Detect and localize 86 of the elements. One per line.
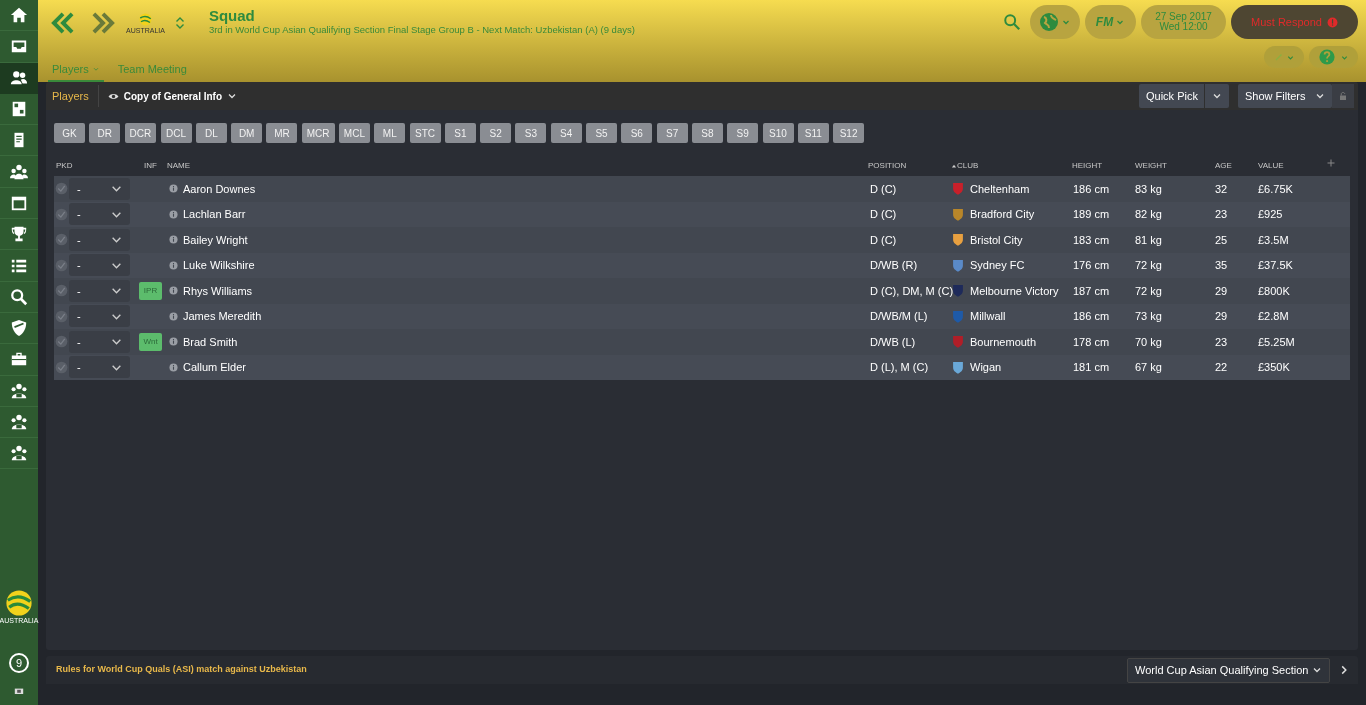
pick-dropdown[interactable]: - — [69, 177, 130, 200]
club-name[interactable]: Bournemouth — [970, 333, 1037, 350]
weight-text: 70 kg — [1134, 334, 1163, 350]
age-text: 22 — [1214, 360, 1229, 375]
rules-link[interactable]: Rules for World Cup Quals (ASI) match against Uzbekistan — [56, 663, 307, 677]
position-text: D (C) — [869, 181, 898, 197]
column-header[interactable]: INF — [144, 160, 157, 172]
weight-text: 72 kg — [1134, 258, 1163, 273]
height-text: 189 cm — [1072, 207, 1111, 222]
pick-dropdown[interactable]: - — [69, 279, 130, 302]
weight-text: 83 kg — [1134, 181, 1163, 197]
age-text: 25 — [1214, 232, 1229, 248]
age-text: 35 — [1214, 258, 1229, 273]
player-name[interactable]: Brad Smith — [183, 333, 238, 350]
column-header[interactable]: AGE — [1215, 160, 1232, 172]
page-subtitle: 3rd in World Cup Asian Qualifying Section Final Stage Group B - Next Match: Uzbekistan (A) (9 days) — [208, 24, 635, 35]
value-text: £37.5K — [1257, 258, 1294, 273]
value-text: £2.8M — [1257, 309, 1290, 324]
position-text: D (C) — [869, 207, 898, 222]
age-text: 29 — [1214, 283, 1229, 299]
value-text: £6.75K — [1257, 181, 1294, 197]
value-text: £925 — [1257, 207, 1284, 222]
view-dropdown[interactable]: Copy of General Info — [101, 88, 244, 104]
player-name[interactable]: Luke Wilkshire — [183, 257, 255, 274]
weight-text: 81 kg — [1134, 232, 1163, 248]
club-name[interactable]: Melbourne Victory — [970, 282, 1059, 299]
column-header[interactable]: NAME — [167, 160, 191, 172]
age-text: 32 — [1214, 181, 1229, 197]
date-text: 27 Sep 2017 — [1155, 12, 1212, 22]
pick-dropdown[interactable]: - — [69, 254, 130, 277]
position-text: D/WB/M (L) — [869, 309, 929, 324]
quick-pick-button[interactable]: Quick Pick — [1139, 84, 1204, 108]
age-text: 23 — [1214, 207, 1229, 222]
panel-title: Players — [51, 88, 90, 104]
height-text: 176 cm — [1072, 258, 1111, 273]
club-name[interactable]: Sydney FC — [970, 257, 1025, 274]
height-text: 186 cm — [1072, 181, 1111, 197]
club-name[interactable]: Millwall — [970, 308, 1006, 325]
player-name[interactable]: Callum Elder — [183, 359, 246, 376]
weight-text: 73 kg — [1134, 309, 1163, 324]
height-text: 186 cm — [1072, 309, 1111, 324]
value-text: £5.25M — [1257, 334, 1296, 350]
column-header[interactable]: CLUB — [957, 160, 979, 172]
position-text: D (C) — [869, 232, 898, 248]
club-name[interactable]: Wigan — [970, 359, 1002, 376]
inf-badge: Wnt — [139, 332, 162, 351]
column-header[interactable]: POSITION — [868, 160, 907, 172]
club-name[interactable]: Cheltenham — [970, 180, 1030, 197]
player-name[interactable]: Aaron Downes — [183, 180, 256, 197]
inf-badge: IPR — [139, 281, 162, 300]
club-name[interactable]: Bristol City — [970, 231, 1023, 248]
height-text: 178 cm — [1072, 334, 1111, 350]
pick-dropdown[interactable]: - — [69, 305, 130, 328]
value-text: £800K — [1257, 283, 1291, 299]
value-text: £350K — [1257, 360, 1291, 375]
height-text: 187 cm — [1072, 283, 1111, 299]
weight-text: 67 kg — [1134, 360, 1163, 375]
position-text: D (C), DM, M (C) — [869, 283, 951, 299]
weight-text: 72 kg — [1134, 283, 1163, 299]
age-text: 29 — [1214, 309, 1229, 324]
position-text: D (L), M (C) — [869, 360, 930, 375]
pick-dropdown[interactable]: - — [69, 356, 130, 379]
notification-badge[interactable]: 9 — [9, 653, 29, 673]
column-header[interactable]: VALUE — [1258, 160, 1284, 172]
position-text: D/WB (R) — [869, 258, 919, 273]
column-header[interactable]: WEIGHT — [1135, 160, 1167, 172]
value-text: £3.5M — [1257, 232, 1290, 248]
column-header[interactable]: HEIGHT — [1072, 160, 1103, 172]
competition-dropdown[interactable]: World Cup Asian Qualifying Section — [1127, 657, 1330, 683]
position-text: D/WB (L) — [869, 334, 917, 350]
column-header[interactable]: PKD — [56, 160, 73, 172]
player-name[interactable]: Bailey Wright — [183, 231, 248, 248]
pick-dropdown[interactable]: - — [69, 228, 130, 251]
player-name[interactable]: Rhys Williams — [183, 282, 253, 299]
pick-dropdown[interactable]: - — [69, 203, 130, 226]
time-text: Wed 12:00 — [1159, 22, 1208, 32]
player-name[interactable]: James Meredith — [183, 308, 262, 325]
player-name[interactable]: Lachlan Barr — [183, 206, 246, 223]
weight-text: 82 kg — [1134, 207, 1163, 222]
show-filters-button[interactable]: Show Filters — [1238, 84, 1332, 108]
club-name[interactable]: Bradford City — [970, 206, 1035, 223]
pick-dropdown[interactable]: - — [69, 330, 130, 353]
age-text: 23 — [1214, 334, 1229, 350]
height-text: 183 cm — [1072, 232, 1111, 248]
height-text: 181 cm — [1072, 360, 1111, 375]
page-title: Squad — [208, 7, 256, 24]
